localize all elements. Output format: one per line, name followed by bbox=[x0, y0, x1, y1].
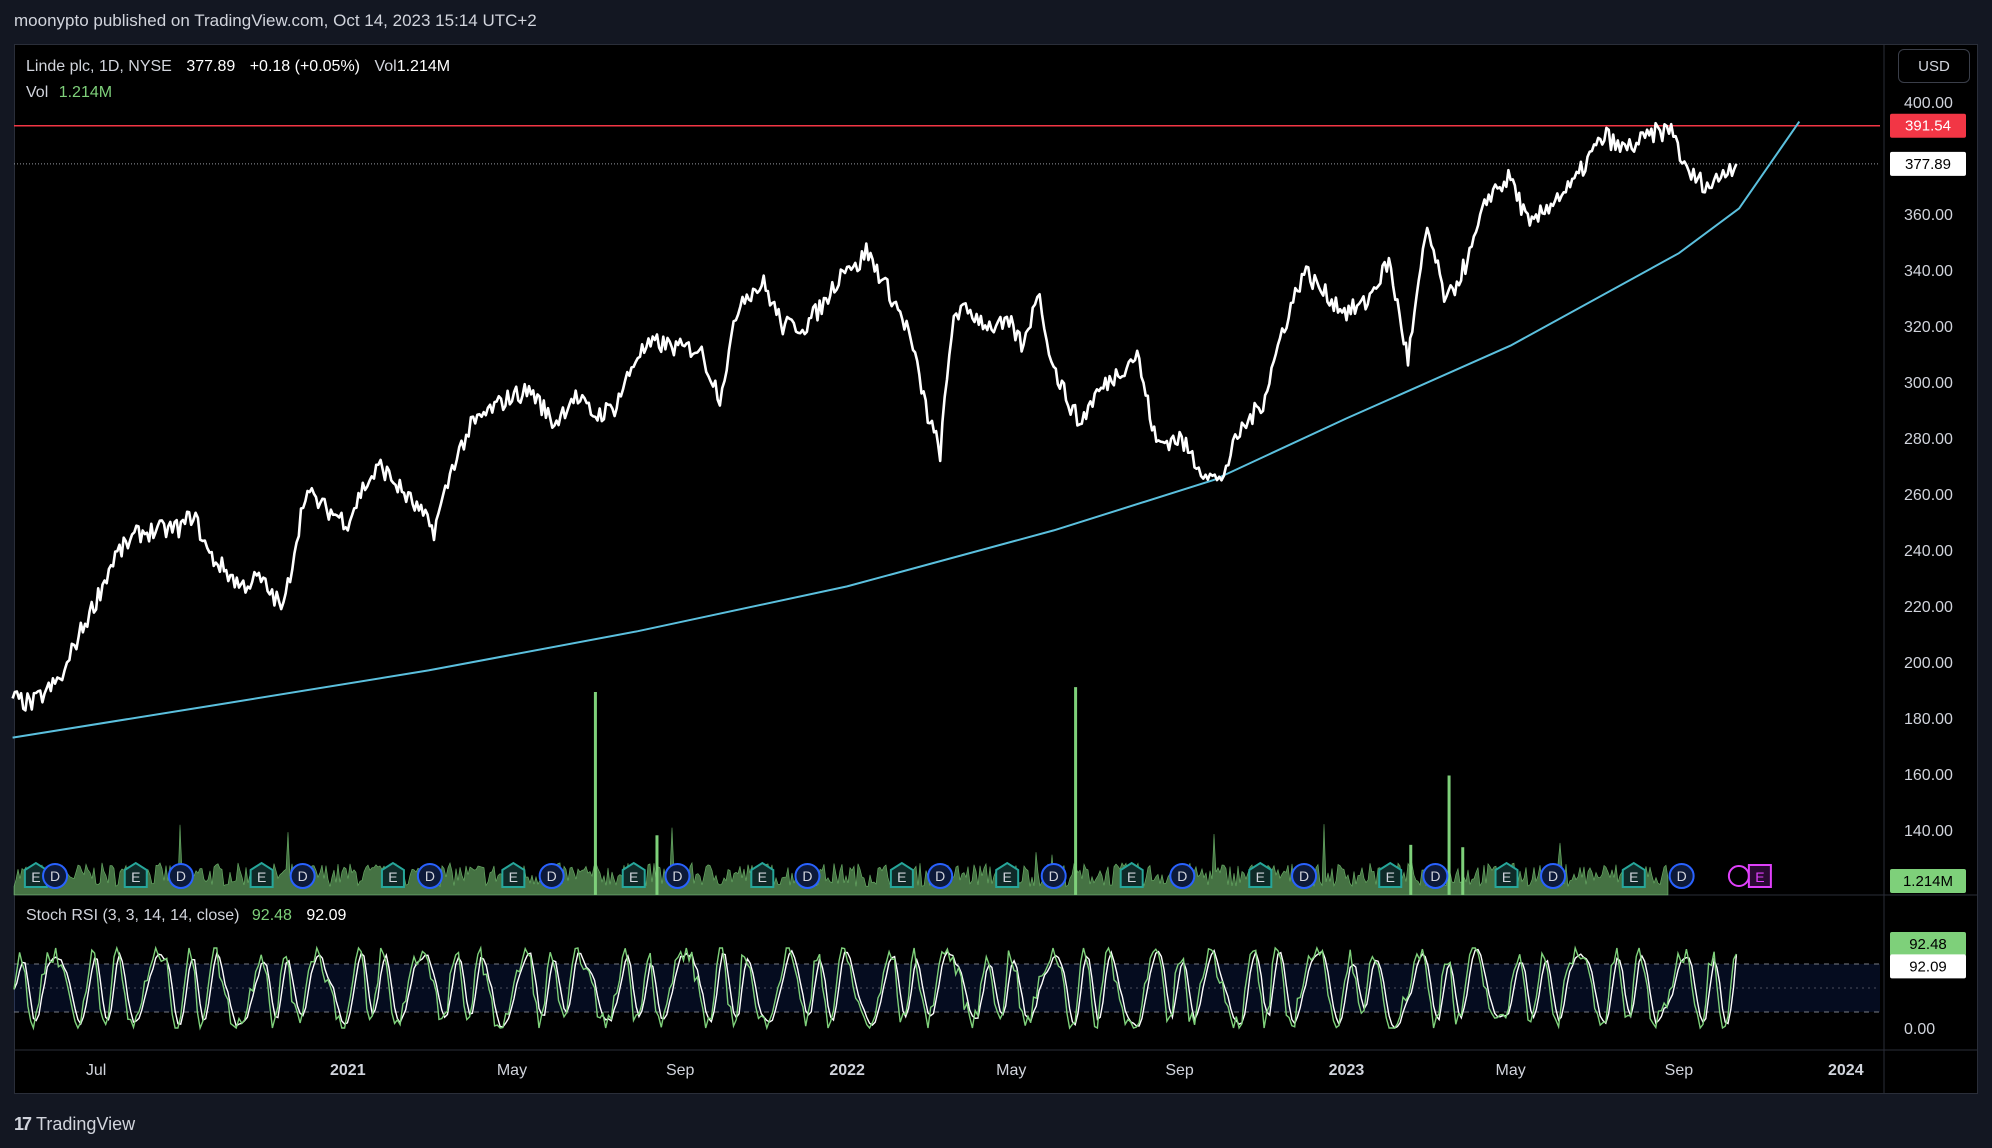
earnings-icon-letter: E bbox=[388, 869, 397, 885]
stoch-k-value: 92.48 bbox=[251, 907, 292, 924]
price-tick-label: 180.00 bbox=[1904, 711, 1953, 728]
dividend-icon-letter: D bbox=[298, 868, 308, 884]
earnings-icon-letter: E bbox=[31, 869, 40, 885]
upcoming-earnings-letter: E bbox=[1755, 869, 1764, 885]
dividend-icon-letter: D bbox=[1049, 868, 1059, 884]
time-tick-label: May bbox=[1496, 1062, 1526, 1079]
price-tick-label: 140.00 bbox=[1904, 823, 1953, 840]
price-tick-label: 300.00 bbox=[1904, 375, 1953, 392]
price-change-value: +0.18 (+0.05%) bbox=[249, 58, 360, 75]
tradingview-logo-icon: 17 bbox=[14, 1113, 32, 1134]
stoch-d-value: 92.09 bbox=[306, 907, 347, 924]
stoch-zero-tick: 0.00 bbox=[1904, 1021, 1935, 1038]
price-tick-label: 340.00 bbox=[1904, 263, 1953, 280]
dividend-icon-letter: D bbox=[935, 868, 945, 884]
time-tick-label: 2024 bbox=[1828, 1062, 1864, 1079]
dividend-icon-letter: D bbox=[1299, 868, 1309, 884]
earnings-icon-letter: E bbox=[257, 869, 266, 885]
earnings-icon-letter: E bbox=[1127, 869, 1136, 885]
time-tick-label: Sep bbox=[666, 1062, 695, 1079]
earnings-icon-letter: E bbox=[131, 869, 140, 885]
volume-legend-row[interactable]: Vol 1.214M bbox=[26, 80, 450, 106]
time-tick-label: Jul bbox=[86, 1062, 106, 1079]
dividend-icon-letter: D bbox=[1177, 868, 1187, 884]
vol-inline-label: Vol bbox=[374, 58, 397, 75]
price-tick-label: 260.00 bbox=[1904, 487, 1953, 504]
earnings-icon-letter: E bbox=[1629, 869, 1638, 885]
price-tick-label: 320.00 bbox=[1904, 319, 1953, 336]
earnings-icon-letter: E bbox=[1003, 869, 1012, 885]
price-tick-label: 280.00 bbox=[1904, 431, 1953, 448]
earnings-icon-letter: E bbox=[897, 869, 906, 885]
earnings-icon-letter: E bbox=[509, 869, 518, 885]
time-tick-label: Sep bbox=[1165, 1062, 1194, 1079]
time-tick-label: Sep bbox=[1665, 1062, 1694, 1079]
symbol-title: Linde plc, 1D, NYSE bbox=[26, 58, 172, 75]
dividend-icon-letter: D bbox=[1548, 868, 1558, 884]
price-tick-label: 160.00 bbox=[1904, 767, 1953, 784]
price-tick-label: 240.00 bbox=[1904, 543, 1953, 560]
split-icon[interactable] bbox=[1727, 865, 1750, 887]
time-tick-label: 2021 bbox=[330, 1062, 366, 1079]
volume-tag-label: 1.214M bbox=[1903, 873, 1953, 890]
currency-button[interactable]: USD bbox=[1898, 49, 1970, 83]
stoch-rsi-label: Stoch RSI (3, 3, 14, 14, close) bbox=[26, 907, 240, 924]
stoch-d-tag-label: 92.09 bbox=[1909, 958, 1947, 975]
earnings-icon-letter: E bbox=[1386, 869, 1395, 885]
price-tick-label: 360.00 bbox=[1904, 207, 1953, 224]
dividend-icon-letter: D bbox=[1677, 868, 1687, 884]
time-tick-label: May bbox=[497, 1062, 527, 1079]
stoch-rsi-legend[interactable]: Stoch RSI (3, 3, 14, 14, close) 92.48 92… bbox=[26, 907, 346, 925]
dividend-icon-letter: D bbox=[425, 868, 435, 884]
dividend-icon-letter: D bbox=[1430, 868, 1440, 884]
price-tick-label: 220.00 bbox=[1904, 599, 1953, 616]
time-tick-label: May bbox=[996, 1062, 1026, 1079]
dividend-icon-letter: D bbox=[672, 868, 682, 884]
earnings-icon-letter: E bbox=[1502, 869, 1511, 885]
dividend-icon-letter: D bbox=[802, 868, 812, 884]
parabolic-support-curve[interactable] bbox=[12, 121, 1801, 739]
resistance-price-label: 391.54 bbox=[1905, 118, 1951, 135]
dividend-icon-letter: D bbox=[176, 868, 186, 884]
chart-canvas[interactable]: 400.00380.00360.00340.00320.00300.00280.… bbox=[0, 0, 1992, 1148]
volume-label: Vol bbox=[26, 84, 49, 101]
earnings-icon-letter: E bbox=[1256, 869, 1265, 885]
dividend-icon-letter: D bbox=[547, 868, 557, 884]
footer: 17 TradingView bbox=[14, 1110, 135, 1138]
time-tick-label: 2023 bbox=[1329, 1062, 1365, 1079]
price-tick-label: 400.00 bbox=[1904, 95, 1953, 112]
volume-value: 1.214M bbox=[58, 84, 113, 101]
footer-brand: TradingView bbox=[36, 1113, 136, 1134]
earnings-icon-letter: E bbox=[758, 869, 767, 885]
dividend-icon-letter: D bbox=[50, 868, 60, 884]
time-tick-label: 2022 bbox=[829, 1062, 865, 1079]
last-price-value: 377.89 bbox=[186, 58, 236, 75]
price-line[interactable] bbox=[11, 121, 1738, 712]
earnings-icon-letter: E bbox=[629, 869, 638, 885]
main-legend: Linde plc, 1D, NYSE 377.89 +0.18 (+0.05%… bbox=[26, 54, 450, 106]
stoch-k-tag-label: 92.48 bbox=[1909, 936, 1947, 953]
symbol-legend-row[interactable]: Linde plc, 1D, NYSE 377.89 +0.18 (+0.05%… bbox=[26, 54, 450, 80]
vol-inline-value: 1.214M bbox=[396, 58, 451, 75]
price-tick-label: 200.00 bbox=[1904, 655, 1953, 672]
last-price-label: 377.89 bbox=[1905, 156, 1951, 173]
